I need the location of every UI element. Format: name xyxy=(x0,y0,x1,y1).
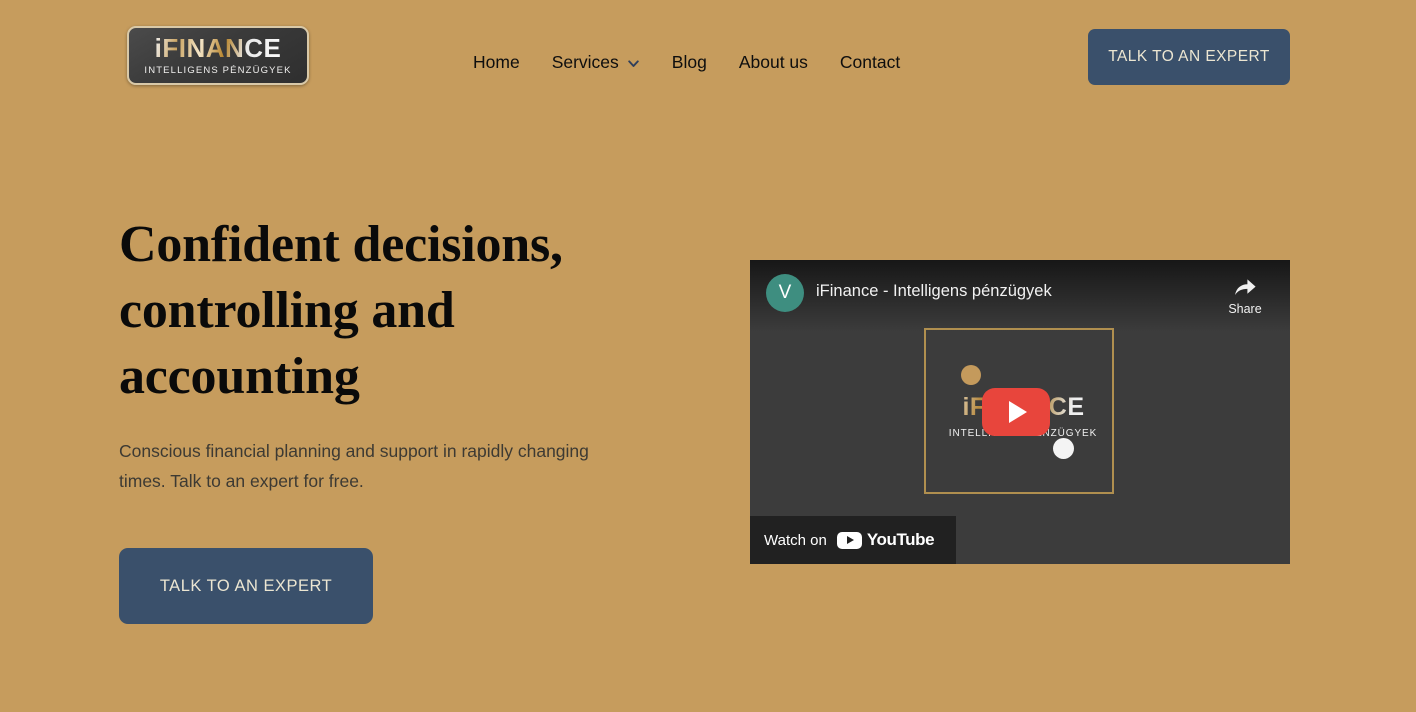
thumbnail-gold-dot xyxy=(961,365,981,385)
thumbnail-white-dot xyxy=(1053,438,1074,459)
hero-title: Confident decisions, controlling and acc… xyxy=(119,216,563,405)
share-arrow-icon xyxy=(1232,276,1258,298)
nav-item-contact[interactable]: Contact xyxy=(824,48,916,76)
share-label: Share xyxy=(1228,302,1262,316)
nav-item-home[interactable]: Home xyxy=(473,48,536,76)
site-header: iFINANCE INTELLIGENS PÉNZÜGYEK Home Serv… xyxy=(0,0,1416,112)
nav-item-services-label: Services xyxy=(551,52,619,72)
youtube-mark-icon xyxy=(836,531,862,549)
hero-talk-to-expert-button[interactable]: TALK TO AN EXPERT xyxy=(119,548,373,624)
site-logo[interactable]: iFINANCE INTELLIGENS PÉNZÜGYEK xyxy=(127,26,309,85)
nav-item-blog[interactable]: Blog xyxy=(656,48,723,76)
youtube-logo: YouTube xyxy=(836,530,935,550)
watch-on-youtube-button[interactable]: Watch on YouTube xyxy=(750,516,957,564)
header-talk-to-expert-button[interactable]: TALK TO AN EXPERT xyxy=(1088,29,1290,85)
youtube-mark-triangle xyxy=(846,536,854,544)
hero-section: Confident decisions, controlling and acc… xyxy=(119,212,679,624)
play-triangle xyxy=(1009,401,1027,423)
logo-tagline: INTELLIGENS PÉNZÜGYEK xyxy=(144,65,292,76)
main-navigation: Home Services Blog About us Contact xyxy=(473,48,916,76)
watch-on-label: Watch on xyxy=(764,531,827,549)
logo-wordmark: iFINANCE xyxy=(154,33,282,63)
play-button-icon[interactable] xyxy=(982,388,1050,436)
nav-item-services[interactable]: Services xyxy=(536,48,656,76)
share-button[interactable]: Share xyxy=(1216,276,1274,316)
video-title[interactable]: iFinance - Intelligens pénzügyek xyxy=(816,282,1052,301)
channel-avatar[interactable]: V xyxy=(766,274,804,312)
chevron-down-icon xyxy=(627,57,640,70)
youtube-wordmark: YouTube xyxy=(866,530,935,549)
nav-item-about-us[interactable]: About us xyxy=(723,48,824,76)
youtube-video-player[interactable]: V iFinance - Intelligens pénzügyek Share… xyxy=(750,260,1290,564)
hero-subtitle: Conscious financial planning and support… xyxy=(119,441,589,491)
